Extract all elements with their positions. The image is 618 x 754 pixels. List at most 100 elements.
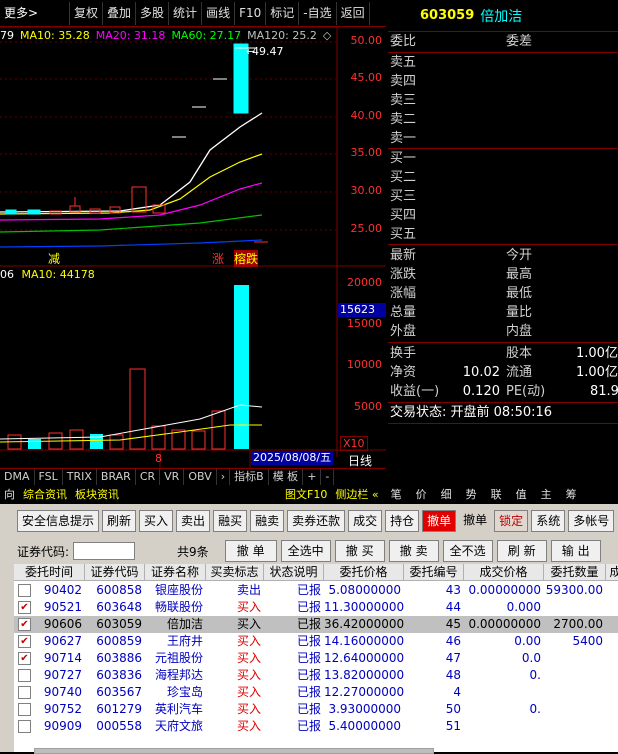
indicator-minus[interactable]: - [321, 469, 335, 485]
export-button[interactable]: 输 出 [550, 540, 601, 562]
select-all-button[interactable]: 全选中 [280, 540, 331, 562]
toolbar-duogu[interactable]: 多股 [136, 1, 170, 25]
security-info-button[interactable]: 安全信息提示 [17, 510, 100, 532]
row-checkbox[interactable]: ✔ [18, 635, 31, 648]
tab-bankuai[interactable]: 板块资讯 [71, 486, 123, 504]
deals-button[interactable]: 成交 [348, 510, 383, 532]
tab-bi[interactable]: 笔 [387, 486, 406, 504]
indicator-obv[interactable]: OBV [184, 469, 217, 485]
table-row[interactable]: 90402 600858 银座股份 卖出 已报 5.08000000 43 0.0000000… [14, 582, 618, 599]
table-row[interactable]: 90909 000558 天府文旅 买入 已报 5.40000000 51 [14, 718, 618, 735]
positions-button[interactable]: 持仓 [385, 510, 420, 532]
tab-jia[interactable]: 价 [412, 486, 431, 504]
margin-buy-button[interactable]: 融买 [213, 510, 248, 532]
row-checkbox[interactable] [18, 720, 31, 733]
tab-f10[interactable]: 图文F10 [281, 486, 331, 504]
tab-xiang[interactable]: 向 [0, 486, 19, 504]
lock-button[interactable]: 锁定 [494, 510, 529, 532]
row-checkbox[interactable] [18, 584, 31, 597]
col-time[interactable]: 委托时间 [14, 564, 85, 581]
cancel-single-button[interactable]: 撤 单 [224, 540, 277, 562]
sell-button[interactable]: 卖出 [176, 510, 211, 532]
indicator-vr[interactable]: VR [160, 469, 185, 485]
toolbar-diejia[interactable]: 叠加 [103, 1, 137, 25]
cancel-order-label[interactable]: 撤单 [459, 510, 491, 532]
row-checkbox[interactable]: ✔ [18, 652, 31, 665]
sell-4: 卖四 [390, 74, 417, 89]
col-order-no[interactable]: 委托编号 [404, 564, 464, 581]
tab-zonghe[interactable]: 综合资讯 [19, 486, 71, 504]
buy-button[interactable]: 买入 [139, 510, 174, 532]
col-more[interactable]: 成 [606, 564, 618, 581]
deselect-all-button[interactable]: 全不选 [442, 540, 493, 562]
security-code-input[interactable] [73, 542, 136, 560]
row-checkbox[interactable]: ✔ [18, 601, 31, 614]
table-row[interactable]: ✔ 90714 603886 元祖股份 买入 已报 12.64000000 47 0.0 [14, 650, 618, 667]
row-checkbox[interactable]: ✔ [18, 618, 31, 631]
toolbar-f10[interactable]: F10 [235, 1, 267, 25]
tab-lian[interactable]: 联 [487, 486, 506, 504]
cell-status: 已报 [296, 719, 321, 733]
tab-chou[interactable]: 筹 [562, 486, 581, 504]
indicator-fsl[interactable]: FSL [35, 469, 63, 485]
indicator-dma[interactable]: DMA [0, 469, 35, 485]
refresh-list-button[interactable]: 刷 新 [496, 540, 547, 562]
volume-axis: 20000 15000 10000 5000 X10 [338, 270, 386, 451]
table-row[interactable]: 90752 601279 英利汽车 买入 已报 3.93000000 50 0. [14, 701, 618, 718]
indicator-cr[interactable]: CR [136, 469, 161, 485]
indicator-trix[interactable]: TRIX [63, 469, 97, 485]
ma-extra-icon[interactable]: ◇ [323, 29, 331, 42]
cell-no: 50 [445, 702, 461, 716]
cell-side: 买入 [236, 685, 261, 699]
margin-sell-button[interactable]: 融卖 [250, 510, 285, 532]
table-row[interactable]: ✔ 90521 603648 畅联股份 买入 已报 11.30000000 44 0.000 [14, 599, 618, 616]
mark-rongdie: 榕跌 [234, 250, 259, 267]
tab-zhi[interactable]: 值 [512, 486, 531, 504]
refresh-button[interactable]: 刷新 [102, 510, 137, 532]
sell-repay-button[interactable]: 卖券还款 [287, 510, 346, 532]
row-checkbox[interactable] [18, 703, 31, 716]
indicator-more-icon[interactable]: › [217, 469, 231, 485]
col-code[interactable]: 证券代码 [85, 564, 145, 581]
col-price[interactable]: 委托价格 [324, 564, 404, 581]
mark-jian: 减 [48, 252, 61, 266]
system-button[interactable]: 系统 [531, 510, 566, 532]
col-side[interactable]: 买卖标志 [206, 564, 264, 581]
col-qty[interactable]: 委托数量 [544, 564, 606, 581]
cancel-buy-button[interactable]: 撤 买 [334, 540, 385, 562]
table-row[interactable]: ✔ 90627 600859 王府井 买入 已报 14.16000000 46 0.00 5400 [14, 633, 618, 650]
cell-time: 90752 [43, 702, 82, 716]
toolbar-fanhui[interactable]: 返回 [337, 1, 370, 25]
tab-xi[interactable]: 细 [437, 486, 456, 504]
toolbar-zixuan[interactable]: -自选 [299, 1, 337, 25]
row-checkbox[interactable] [18, 686, 31, 699]
tab-sidebar[interactable]: 侧边栏 « [331, 486, 382, 504]
cell-qty: 2700.00 [553, 617, 603, 631]
tab-shi[interactable]: 势 [462, 486, 481, 504]
cancel-sell-button[interactable]: 撤 卖 [388, 540, 439, 562]
cell-status: 已报 [296, 685, 321, 699]
kline-chart[interactable] [0, 27, 386, 468]
tab-zhu[interactable]: 主 [537, 486, 556, 504]
toolbar-fuquan[interactable]: 复权 [70, 1, 104, 25]
period-daily[interactable]: 日线 [348, 452, 372, 469]
table-row[interactable]: 90740 603567 珍宝岛 买入 已报 12.27000000 4 [14, 684, 618, 701]
mark-zhang: 涨 [212, 252, 225, 266]
col-deal-price[interactable]: 成交价格 [464, 564, 544, 581]
toolbar-biaoji[interactable]: 标记 [266, 1, 300, 25]
indicator-template[interactable]: 模 板 [269, 469, 304, 485]
toolbar-huaxian[interactable]: 画线 [202, 1, 236, 25]
multi-account-button[interactable]: 多帐号 [568, 510, 615, 532]
table-row[interactable]: 90727 603836 海程邦达 买入 已报 13.82000000 48 0. [14, 667, 618, 684]
indicator-brar[interactable]: BRAR [97, 469, 136, 485]
cancel-order-tab[interactable]: 撤单 [422, 510, 457, 532]
more-button[interactable]: 更多> [0, 1, 70, 25]
col-name[interactable]: 证券名称 [145, 564, 206, 581]
toolbar-tongji[interactable]: 统计 [169, 1, 203, 25]
indicator-b[interactable]: 指标B [230, 469, 269, 485]
table-row[interactable]: ✔ 90606 603059 倍加洁 买入 已报 36.42000000 45 0.000000… [14, 616, 618, 633]
indicator-plus[interactable]: + [303, 469, 322, 485]
horizontal-scrollbar[interactable] [34, 748, 434, 754]
col-status[interactable]: 状态说明 [264, 564, 324, 581]
row-checkbox[interactable] [18, 669, 31, 682]
